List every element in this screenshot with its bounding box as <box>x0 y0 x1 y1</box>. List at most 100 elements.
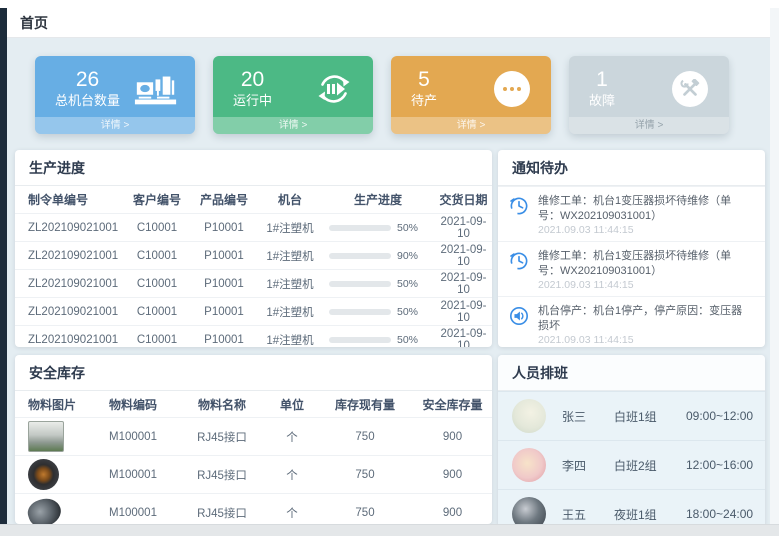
notification-text: 维修工单：机台1变压器损坏待维修（单号：WX202109031001） <box>538 249 753 278</box>
notification-item[interactable]: 维修工单：机台1变压器损坏待维修（单号：WX202109031001） 2021… <box>498 186 765 241</box>
horizontal-scrollbar-track[interactable] <box>0 524 779 536</box>
production-table-header: 制令单编号 客户编号 产品编号 机台 生产进度 交货日期 <box>15 186 492 213</box>
table-row: M100001 RJ45接口 个 750 900 <box>15 455 492 493</box>
round-speaker-image <box>28 459 59 490</box>
table-row: M100001 RJ45接口 个 750 900 <box>15 493 492 524</box>
main-content: 26 总机台数量 <box>7 38 770 524</box>
personnel-schedule-panel: 人员排班 张三 白班1组 09:00~12:00 李四 白班2组 12:00~1… <box>498 355 765 528</box>
table-row: ZL202109021001 C10001 P10001 1#注塑机 50% 2… <box>15 297 492 325</box>
progress-percent: 50% <box>397 222 418 234</box>
sidebar-collapsed-strip[interactable] <box>0 8 7 524</box>
stat-label: 故障 <box>589 92 615 110</box>
cell-date: 2021-09-10 <box>435 244 492 268</box>
table-row: ZL202109021001 C10001 P10001 1#注塑机 50% 2… <box>15 325 492 347</box>
shift-time: 12:00~16:00 <box>686 458 765 472</box>
shift-time: 09:00~12:00 <box>686 409 765 423</box>
cell-product: P10001 <box>189 334 259 346</box>
progress-bar: 90% <box>321 250 435 262</box>
material-image-cell <box>15 499 89 524</box>
cell-stock: 750 <box>317 469 413 481</box>
cell-code: M100001 <box>89 469 177 481</box>
schedule-row: 张三 白班1组 09:00~12:00 <box>498 391 765 440</box>
tools-icon <box>667 68 713 110</box>
col-safety: 安全库存量 <box>413 396 492 413</box>
notification-item[interactable]: 机台停产：机台1停产，停产原因：变压器损坏 2021.09.03 11:44:1… <box>498 296 765 347</box>
avatar <box>512 448 546 482</box>
cell-customer: C10001 <box>125 278 189 290</box>
notifications-panel: 通知待办 维修工单：机台1变压器损坏待维修（单号：WX202109031001）… <box>498 150 765 347</box>
employee-name: 张三 <box>562 408 614 425</box>
progress-percent: 90% <box>397 250 418 262</box>
card-detail-link[interactable]: 详情 > <box>35 117 195 134</box>
progress-percent: 50% <box>397 306 418 318</box>
stat-value: 20 <box>241 68 264 92</box>
cell-customer: C10001 <box>125 306 189 318</box>
cell-order: ZL202109021001 <box>15 278 125 290</box>
notification-item[interactable]: 维修工单：机台1变压器损坏待维修（单号：WX202109031001） 2021… <box>498 241 765 296</box>
cell-customer: C10001 <box>125 250 189 262</box>
notification-time: 2021.09.03 11:44:15 <box>538 334 753 346</box>
clock-icon <box>509 194 531 236</box>
material-image-cell <box>15 421 89 452</box>
cell-stock: 750 <box>317 507 413 519</box>
col-date: 交货日期 <box>435 191 492 208</box>
progress-bar: 50% <box>321 334 435 346</box>
panel-title: 人员排班 <box>498 355 765 391</box>
card-detail-link[interactable]: 详情 > <box>213 117 373 134</box>
cell-order: ZL202109021001 <box>15 250 125 262</box>
schedule-row: 王五 夜班1组 18:00~24:00 <box>498 489 765 528</box>
progress-percent: 50% <box>397 334 418 346</box>
machine-icon <box>133 68 179 110</box>
stat-card-running[interactable]: 20 运行中 <box>213 56 373 134</box>
cell-name: RJ45接口 <box>177 467 267 483</box>
stat-card-fault[interactable]: 1 故障 详情 > <box>569 56 729 134</box>
shift-label: 夜班1组 <box>614 506 686 523</box>
table-row: M100001 RJ45接口 个 750 900 <box>15 417 492 455</box>
cell-product: P10001 <box>189 278 259 290</box>
notification-text: 机台停产：机台1停产，停产原因：变压器损坏 <box>538 304 753 333</box>
stock-table-header: 物料图片 物料编码 物料名称 单位 库存现有量 安全库存量 <box>15 391 492 417</box>
cell-date: 2021-09-10 <box>435 328 492 348</box>
table-row: ZL202109021001 C10001 P10001 1#注塑机 50% 2… <box>15 269 492 297</box>
rj45-connector-image <box>28 421 64 452</box>
dashboard-screen: 首页 26 总机台数量 <box>0 0 779 536</box>
cell-customer: C10001 <box>125 222 189 234</box>
shift-label: 白班1组 <box>614 408 686 425</box>
stat-card-total-machines[interactable]: 26 总机台数量 <box>35 56 195 134</box>
stat-cards-row: 26 总机台数量 <box>35 56 729 134</box>
panel-title: 生产进度 <box>15 150 492 186</box>
stat-value: 5 <box>418 68 430 92</box>
cell-name: RJ45接口 <box>177 429 267 445</box>
panel-title: 通知待办 <box>498 150 765 186</box>
vertical-scrollbar-track[interactable] <box>770 8 779 524</box>
progress-percent: 50% <box>397 278 418 290</box>
card-detail-link[interactable]: 详情 > <box>569 117 729 134</box>
material-image-cell <box>15 459 89 490</box>
stat-label: 总机台数量 <box>55 92 120 110</box>
card-detail-link[interactable]: 详情 > <box>391 117 551 134</box>
col-machine: 机台 <box>259 191 321 208</box>
cell-order: ZL202109021001 <box>15 334 125 346</box>
production-progress-panel: 生产进度 制令单编号 客户编号 产品编号 机台 生产进度 交货日期 ZL2021… <box>15 150 492 347</box>
avatar <box>512 399 546 433</box>
clock-icon <box>509 249 531 291</box>
cell-machine: 1#注塑机 <box>259 276 321 292</box>
notification-time: 2021.09.03 11:44:15 <box>538 279 753 291</box>
employee-name: 王五 <box>562 506 614 523</box>
cell-machine: 1#注塑机 <box>259 220 321 236</box>
col-stock: 库存现有量 <box>317 396 413 413</box>
cell-machine: 1#注塑机 <box>259 304 321 320</box>
running-icon <box>311 68 357 110</box>
progress-bar: 50% <box>321 306 435 318</box>
stat-card-waiting[interactable]: 5 待产 详情 > <box>391 56 551 134</box>
cell-safety: 900 <box>413 507 492 519</box>
safety-stock-panel: 安全库存 物料图片 物料编码 物料名称 单位 库存现有量 安全库存量 M1000… <box>15 355 492 524</box>
breadcrumb-home[interactable]: 首页 <box>20 13 48 33</box>
stat-label: 运行中 <box>233 92 272 110</box>
col-code: 物料编码 <box>89 396 177 413</box>
stat-label: 待产 <box>411 92 437 110</box>
schedule-row: 李四 白班2组 12:00~16:00 <box>498 440 765 489</box>
cell-unit: 个 <box>267 467 317 483</box>
progress-bar: 50% <box>321 222 435 234</box>
cell-product: P10001 <box>189 222 259 234</box>
